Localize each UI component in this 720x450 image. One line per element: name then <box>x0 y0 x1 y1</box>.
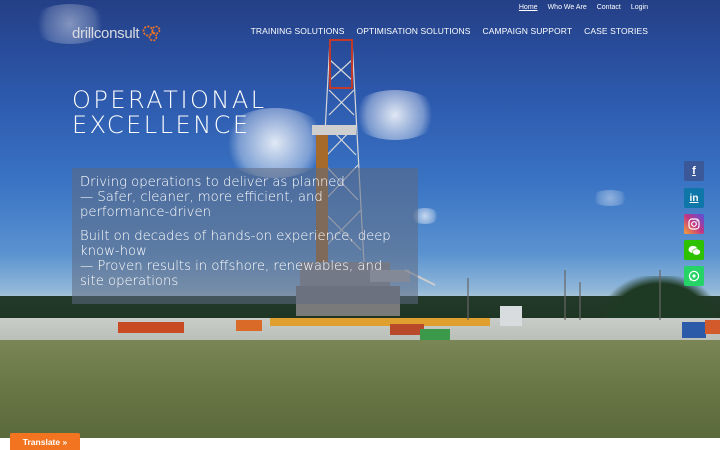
main-nav: TRAINING SOLUTIONS OPTIMISATION SOLUTION… <box>251 26 648 36</box>
whatsapp-icon[interactable] <box>684 266 704 286</box>
panel-line: — Proven results in offshore, renewables… <box>80 259 383 289</box>
nav-case-stories[interactable]: CASE STORIES <box>584 26 648 36</box>
panel-line: Built on decades of hands-on experience,… <box>80 229 391 259</box>
nav-optimisation-solutions[interactable]: OPTIMISATION SOLUTIONS <box>357 26 471 36</box>
linkedin-icon[interactable]: in <box>684 188 704 208</box>
brand-logo[interactable]: drillconsult <box>72 22 163 44</box>
wechat-icon[interactable] <box>684 240 704 260</box>
panel-line: Driving operations to deliver as planned <box>80 175 345 190</box>
logo-text: drillconsult <box>72 24 140 42</box>
headline-line-1: OPERATIONAL <box>72 86 267 114</box>
top-nav-home[interactable]: Home <box>519 4 538 11</box>
top-nav-contact[interactable]: Contact <box>597 4 621 11</box>
headline-line-2: EXCELLENCE <box>72 111 251 139</box>
panel-line: — Safer, cleaner, more efficient, and pe… <box>80 190 323 220</box>
top-nav-who-we-are[interactable]: Who We Are <box>548 4 587 11</box>
logo-gear-icon <box>142 25 161 42</box>
nav-training-solutions[interactable]: TRAINING SOLUTIONS <box>251 26 345 36</box>
hero-text-panel: Driving operations to deliver as planned… <box>72 168 418 304</box>
top-nav: Home Who We Are Contact Login <box>519 4 648 11</box>
nav-campaign-support[interactable]: CAMPAIGN SUPPORT <box>483 26 573 36</box>
instagram-icon[interactable] <box>684 214 704 234</box>
top-nav-login[interactable]: Login <box>631 4 648 11</box>
facebook-icon[interactable]: f <box>684 161 704 181</box>
hero-headline: OPERATIONAL EXCELLENCE <box>72 88 267 138</box>
translate-button[interactable]: Translate » <box>10 433 80 450</box>
